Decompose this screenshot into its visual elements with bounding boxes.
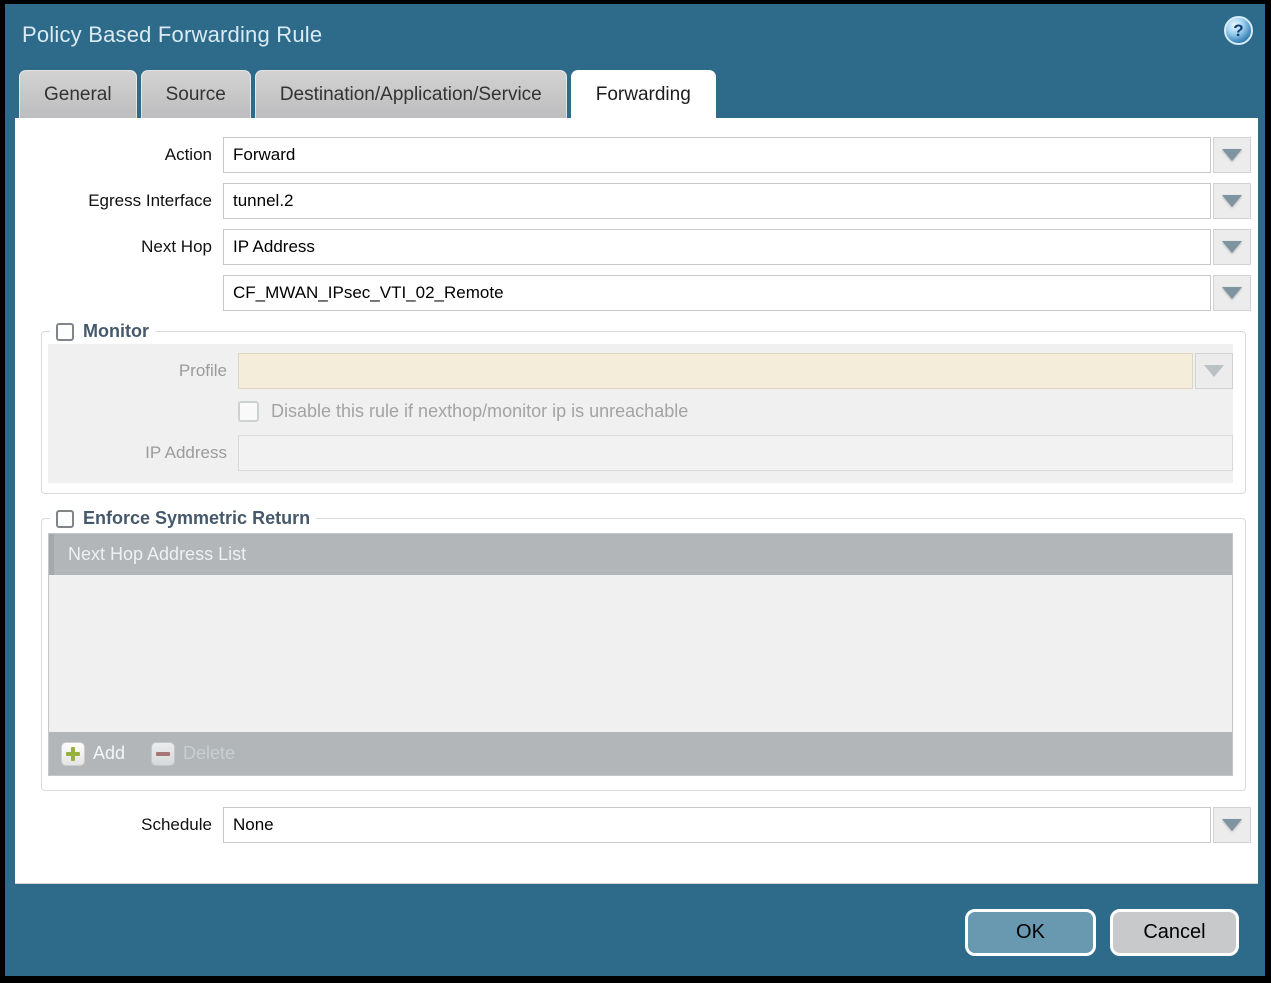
title-bar: Policy Based Forwarding Rule ? — [5, 4, 1265, 66]
tab-general[interactable]: General — [19, 70, 137, 118]
policy-based-forwarding-dialog: Policy Based Forwarding Rule ? General S… — [0, 0, 1271, 983]
next-hop-address-value[interactable]: CF_MWAN_IPsec_VTI_02_Remote — [223, 275, 1211, 311]
next-hop-address-dropdown-button[interactable] — [1213, 275, 1251, 311]
cancel-button[interactable]: Cancel — [1110, 909, 1239, 956]
egress-interface-combobox: tunnel.2 — [223, 183, 1251, 219]
egress-interface-label: Egress Interface — [15, 191, 223, 211]
chevron-down-icon — [1222, 287, 1242, 299]
tab-forwarding[interactable]: Forwarding — [571, 70, 716, 118]
schedule-combobox: None — [223, 807, 1251, 843]
chevron-down-icon — [1222, 819, 1242, 831]
chevron-down-icon — [1222, 241, 1242, 253]
profile-label: Profile — [48, 361, 238, 381]
monitor-fieldset: Monitor Profile Disable this rule if nex… — [41, 321, 1246, 494]
monitor-checkbox[interactable] — [56, 323, 74, 341]
tab-source[interactable]: Source — [141, 70, 251, 118]
profile-dropdown-button-disabled — [1195, 353, 1233, 389]
next-hop-type-combobox: IP Address — [223, 229, 1251, 265]
action-row: Action Forward — [15, 137, 1258, 173]
monitor-profile-row: Profile — [48, 353, 1233, 389]
next-hop-address-list-table: Next Hop Address List Add Delete — [48, 533, 1233, 776]
enforce-symmetric-return-legend-label: Enforce Symmetric Return — [83, 508, 310, 529]
egress-interface-value[interactable]: tunnel.2 — [223, 183, 1211, 219]
monitor-legend-label: Monitor — [83, 321, 149, 342]
schedule-value[interactable]: None — [223, 807, 1211, 843]
next-hop-label: Next Hop — [15, 237, 223, 257]
chevron-down-icon — [1222, 195, 1242, 207]
plus-icon — [61, 742, 85, 766]
profile-input-disabled — [238, 353, 1193, 389]
dialog-title: Policy Based Forwarding Rule — [5, 22, 322, 48]
dialog-footer: OK Cancel — [5, 884, 1265, 976]
chevron-down-icon — [1204, 365, 1224, 377]
disable-rule-checkbox-disabled — [238, 401, 259, 422]
add-button[interactable]: Add — [61, 742, 125, 766]
tab-bar: General Source Destination/Application/S… — [5, 66, 1265, 118]
schedule-label: Schedule — [15, 815, 223, 835]
monitor-ip-address-row: IP Address — [48, 435, 1233, 471]
disable-rule-label: Disable this rule if nexthop/monitor ip … — [271, 401, 688, 422]
tab-content-forwarding: Action Forward Egress Interface tunnel.2… — [15, 118, 1258, 884]
monitor-legend: Monitor — [50, 321, 155, 342]
action-combobox: Forward — [223, 137, 1251, 173]
next-hop-address-row: CF_MWAN_IPsec_VTI_02_Remote — [15, 275, 1258, 311]
egress-interface-dropdown-button[interactable] — [1213, 183, 1251, 219]
add-button-label: Add — [93, 743, 125, 764]
next-hop-row: Next Hop IP Address — [15, 229, 1258, 265]
monitor-ip-address-label: IP Address — [48, 443, 238, 463]
monitor-panel: Profile Disable this rule if nexthop/mon… — [48, 344, 1233, 483]
action-value[interactable]: Forward — [223, 137, 1211, 173]
schedule-dropdown-button[interactable] — [1213, 807, 1251, 843]
schedule-row: Schedule None — [15, 807, 1258, 843]
monitor-disable-rule-row: Disable this rule if nexthop/monitor ip … — [48, 401, 1233, 422]
next-hop-address-list-header: Next Hop Address List — [49, 534, 1232, 575]
next-hop-address-list-body[interactable] — [49, 575, 1232, 732]
help-icon[interactable]: ? — [1224, 16, 1253, 45]
chevron-down-icon — [1222, 149, 1242, 161]
next-hop-type-dropdown-button[interactable] — [1213, 229, 1251, 265]
next-hop-address-list-footer: Add Delete — [49, 732, 1232, 775]
delete-button-label: Delete — [183, 743, 235, 764]
action-label: Action — [15, 145, 223, 165]
ok-button[interactable]: OK — [965, 909, 1096, 956]
next-hop-type-value[interactable]: IP Address — [223, 229, 1211, 265]
next-hop-address-combobox: CF_MWAN_IPsec_VTI_02_Remote — [223, 275, 1251, 311]
enforce-symmetric-return-legend: Enforce Symmetric Return — [50, 508, 316, 529]
enforce-symmetric-return-fieldset: Enforce Symmetric Return Next Hop Addres… — [41, 508, 1246, 791]
egress-interface-row: Egress Interface tunnel.2 — [15, 183, 1258, 219]
action-dropdown-button[interactable] — [1213, 137, 1251, 173]
minus-icon — [151, 742, 175, 766]
enforce-symmetric-return-checkbox[interactable] — [56, 510, 74, 528]
tab-destination-application-service[interactable]: Destination/Application/Service — [255, 70, 567, 118]
delete-button-disabled: Delete — [151, 742, 235, 766]
monitor-ip-address-input-disabled — [238, 435, 1233, 471]
